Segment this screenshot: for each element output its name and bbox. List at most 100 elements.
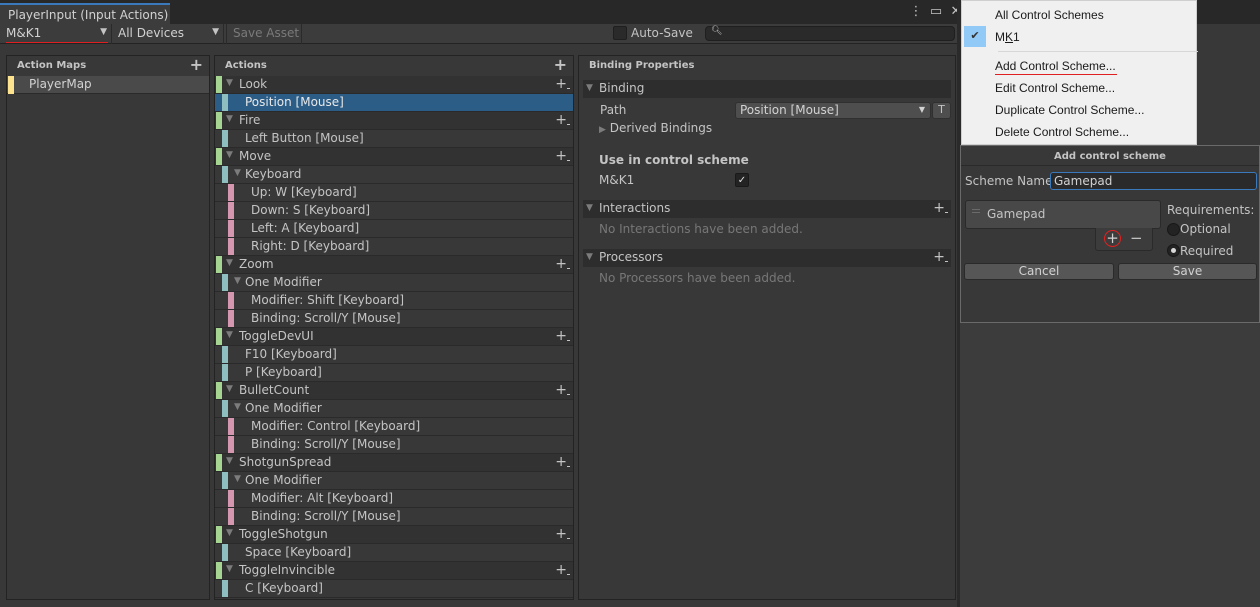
composite-part-row[interactable]: Modifier: Shift [Keyboard] bbox=[215, 292, 573, 310]
composite-part-row[interactable]: Down: S [Keyboard] bbox=[215, 202, 573, 220]
add-binding-button[interactable]: + bbox=[555, 256, 570, 272]
remove-device-button[interactable]: − bbox=[1130, 230, 1143, 247]
binding-properties-panel: Binding Properties ▼ Binding Path Positi… bbox=[578, 55, 956, 600]
composite-row[interactable]: ▼ Keyboard bbox=[215, 166, 573, 184]
action-row[interactable]: ▼ Look + bbox=[215, 76, 573, 94]
kebab-menu-icon[interactable]: ⋮ bbox=[908, 4, 924, 20]
composite-part-row[interactable]: Binding: Scroll/Y [Mouse] bbox=[215, 508, 573, 526]
binding-color-bar bbox=[222, 364, 228, 381]
triangle-down-icon[interactable]: ▼ bbox=[234, 474, 241, 484]
tab-player-input[interactable]: PlayerInput (Input Actions) bbox=[0, 3, 170, 24]
add-binding-button[interactable]: + bbox=[555, 148, 570, 164]
add-action-map-button[interactable]: + bbox=[190, 56, 203, 74]
triangle-down-icon[interactable]: ▼ bbox=[226, 564, 233, 574]
add-binding-button[interactable]: + bbox=[555, 382, 570, 398]
add-binding-button[interactable]: + bbox=[555, 328, 570, 344]
maximize-icon[interactable]: ▭ bbox=[928, 4, 944, 20]
processors-section-header[interactable]: ▼ Processors + bbox=[583, 249, 951, 267]
auto-save-checkbox[interactable] bbox=[613, 26, 627, 40]
scheme-checkbox[interactable]: ✓ bbox=[735, 173, 749, 187]
composite-part-row[interactable]: Modifier: Control [Keyboard] bbox=[215, 418, 573, 436]
triangle-down-icon[interactable]: ▼ bbox=[226, 114, 233, 124]
row-label: Up: W [Keyboard] bbox=[251, 185, 357, 199]
triangle-down-icon[interactable]: ▼ bbox=[226, 528, 233, 538]
derived-bindings-foldout[interactable]: ▶ Derived Bindings bbox=[599, 121, 712, 135]
composite-row[interactable]: ▼ One Modifier bbox=[215, 400, 573, 418]
binding-row[interactable]: Space [Keyboard] bbox=[215, 544, 573, 562]
composite-part-row[interactable]: Binding: Scroll/Y [Mouse] bbox=[215, 436, 573, 454]
menu-item-mk1[interactable]: MK1 bbox=[995, 30, 1020, 44]
composite-row[interactable]: ▼ One Modifier bbox=[215, 472, 573, 490]
add-action-button[interactable]: + bbox=[554, 56, 567, 74]
triangle-down-icon[interactable]: ▼ bbox=[226, 384, 233, 394]
composite-part-row[interactable]: Left: A [Keyboard] bbox=[215, 220, 573, 238]
save-label: Save bbox=[1172, 264, 1203, 278]
cancel-button[interactable]: Cancel bbox=[964, 263, 1114, 280]
binding-row[interactable]: Left Button [Mouse] bbox=[215, 130, 573, 148]
save-asset-button[interactable]: Save Asset bbox=[226, 24, 302, 44]
path-dropdown[interactable]: Position [Mouse] ▼ bbox=[735, 102, 931, 119]
part-color-bar bbox=[228, 508, 234, 525]
text-mode-button[interactable]: T bbox=[932, 102, 951, 119]
triangle-down-icon[interactable]: ▼ bbox=[226, 78, 233, 88]
binding-row[interactable]: C [Keyboard] bbox=[215, 580, 573, 598]
triangle-down-icon[interactable]: ▼ bbox=[226, 330, 233, 340]
row-label: Left: A [Keyboard] bbox=[251, 221, 360, 235]
binding-color-bar bbox=[222, 94, 228, 111]
triangle-down-icon[interactable]: ▼ bbox=[226, 150, 233, 160]
composite-part-row[interactable]: Up: W [Keyboard] bbox=[215, 184, 573, 202]
binding-row[interactable]: Position [Mouse] bbox=[215, 94, 573, 112]
add-binding-button[interactable]: + bbox=[555, 562, 570, 578]
composite-row[interactable]: ▼ One Modifier bbox=[215, 274, 573, 292]
add-binding-button[interactable]: + bbox=[555, 112, 570, 128]
row-label: Binding: Scroll/Y [Mouse] bbox=[251, 437, 401, 451]
add-device-button[interactable]: + bbox=[1104, 230, 1121, 247]
scheme-name-input[interactable]: Gamepad bbox=[1050, 172, 1257, 190]
action-map-item[interactable]: PlayerMap bbox=[7, 76, 209, 94]
binding-row[interactable]: F10 [Keyboard] bbox=[215, 346, 573, 364]
action-row[interactable]: ▼ ToggleShotgun + bbox=[215, 526, 573, 544]
devices-dropdown[interactable]: All Devices ▼ bbox=[112, 24, 224, 44]
interactions-section-header[interactable]: ▼ Interactions + bbox=[583, 200, 951, 218]
menu-item-edit-control-scheme[interactable]: Edit Control Scheme... bbox=[995, 81, 1115, 95]
auto-save-toggle[interactable]: Auto-Save bbox=[613, 26, 693, 40]
tab-title: PlayerInput (Input Actions) bbox=[8, 8, 169, 22]
menu-item-add-control-scheme[interactable]: Add Control Scheme... bbox=[995, 59, 1116, 73]
action-row[interactable]: ▼ ToggleInvincible + bbox=[215, 562, 573, 580]
part-color-bar bbox=[228, 490, 234, 507]
control-scheme-dropdown[interactable]: M&K1 ▼ bbox=[0, 24, 112, 44]
action-row[interactable]: ▼ ShotgunSpread + bbox=[215, 454, 573, 472]
binding-section-header[interactable]: ▼ Binding bbox=[583, 80, 951, 98]
add-binding-button[interactable]: + bbox=[555, 454, 570, 470]
composite-part-row[interactable]: Modifier: Alt [Keyboard] bbox=[215, 490, 573, 508]
action-row[interactable]: ▼ Move + bbox=[215, 148, 573, 166]
action-row[interactable]: ▼ BulletCount + bbox=[215, 382, 573, 400]
composite-part-row[interactable]: Right: D [Keyboard] bbox=[215, 238, 573, 256]
action-row[interactable]: ▼ ToggleDevUI + bbox=[215, 328, 573, 346]
triangle-down-icon[interactable]: ▼ bbox=[234, 168, 241, 178]
menu-item-delete-control-scheme[interactable]: Delete Control Scheme... bbox=[995, 125, 1129, 139]
action-row[interactable]: ▼ Zoom + bbox=[215, 256, 573, 274]
add-processor-button[interactable]: + bbox=[933, 249, 948, 265]
optional-radio[interactable] bbox=[1167, 223, 1180, 236]
drag-handle-icon[interactable] bbox=[972, 209, 980, 213]
menu-item-all-control-schemes[interactable]: All Control Schemes bbox=[995, 8, 1104, 22]
add-binding-button[interactable]: + bbox=[555, 76, 570, 92]
required-radio[interactable] bbox=[1167, 244, 1180, 257]
triangle-down-icon[interactable]: ▼ bbox=[234, 276, 241, 286]
menu-item-mk1-pre: M bbox=[995, 30, 1005, 44]
composite-part-row[interactable]: Binding: Scroll/Y [Mouse] bbox=[215, 310, 573, 328]
triangle-down-icon[interactable]: ▼ bbox=[226, 456, 233, 466]
save-button[interactable]: Save bbox=[1118, 263, 1257, 280]
add-binding-button[interactable]: + bbox=[555, 526, 570, 542]
action-row[interactable]: ▼ Fire + bbox=[215, 112, 573, 130]
triangle-down-icon[interactable]: ▼ bbox=[234, 402, 241, 412]
menu-item-duplicate-control-scheme[interactable]: Duplicate Control Scheme... bbox=[995, 103, 1144, 117]
triangle-down-icon[interactable]: ▼ bbox=[226, 258, 233, 268]
add-interaction-button[interactable]: + bbox=[933, 200, 948, 216]
action-maps-panel: Action Maps + PlayerMap bbox=[6, 55, 210, 600]
binding-row[interactable]: P [Keyboard] bbox=[215, 364, 573, 382]
search-input[interactable]: 🔍︎ bbox=[705, 26, 955, 41]
action-color-bar bbox=[216, 256, 222, 273]
device-list-item[interactable]: Gamepad bbox=[987, 207, 1045, 221]
